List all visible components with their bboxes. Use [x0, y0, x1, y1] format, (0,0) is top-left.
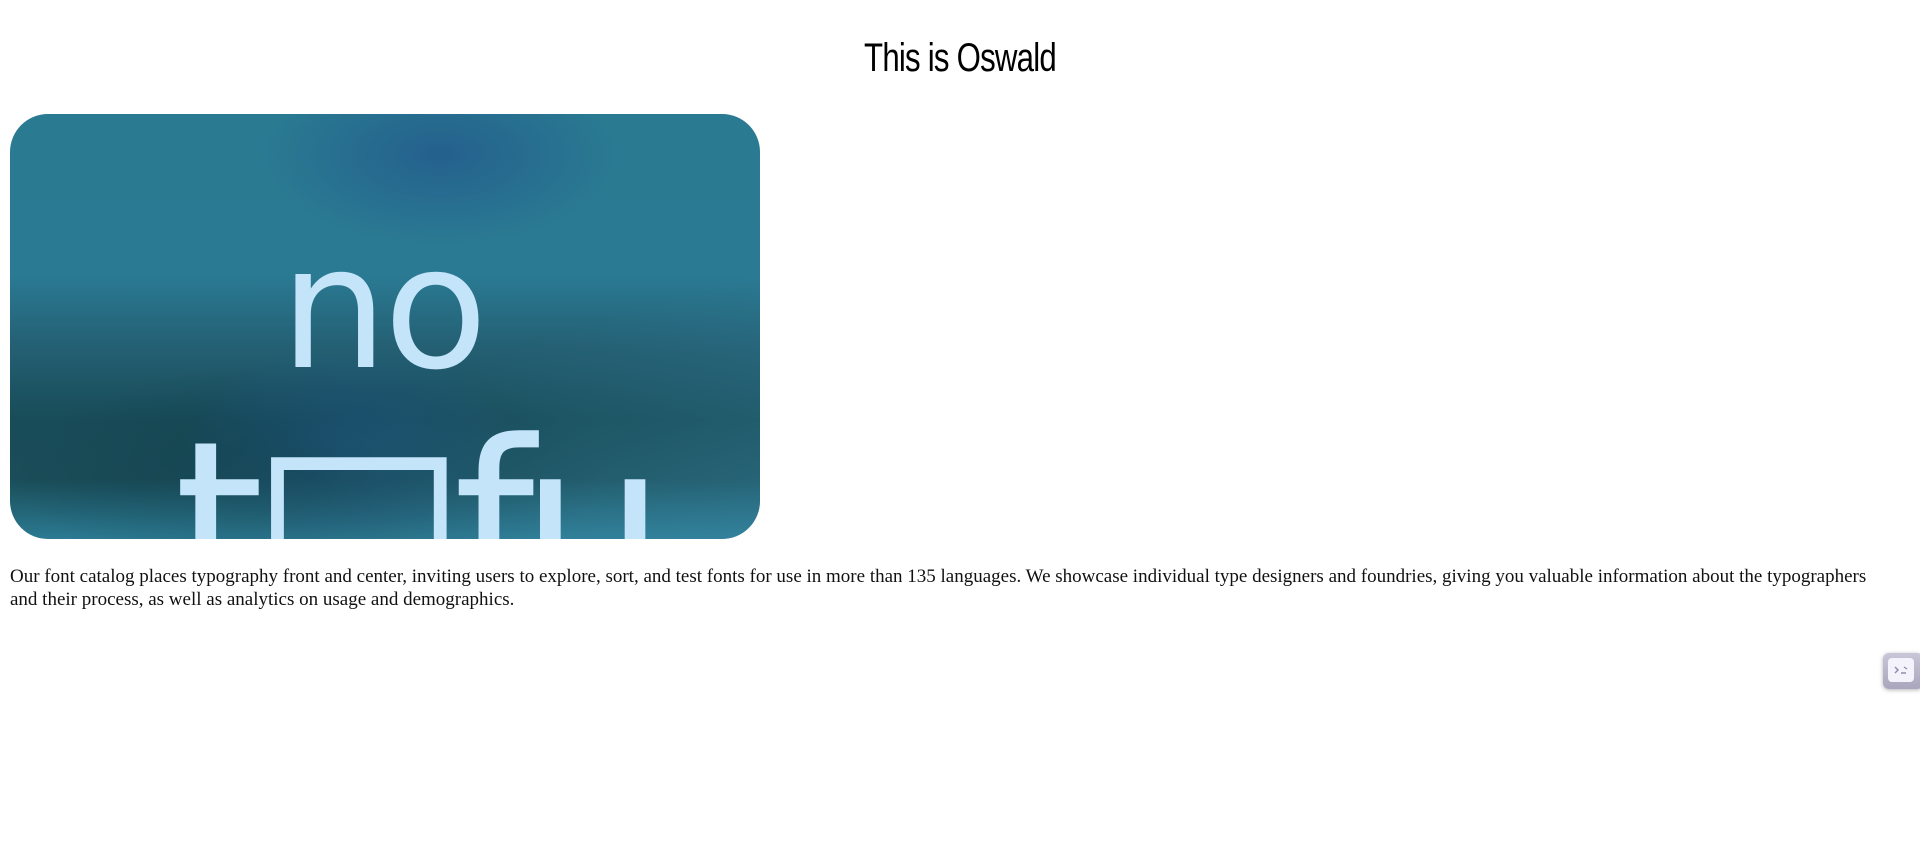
hero-text-line-2: t□fu	[174, 393, 666, 540]
page-title: This is Oswald	[864, 36, 1057, 80]
hero-image: no t□fu	[10, 114, 760, 539]
description-paragraph: Our font catalog places typography front…	[10, 566, 1867, 610]
terminal-icon	[1888, 658, 1914, 682]
floating-widget-button[interactable]	[1883, 653, 1920, 689]
hero-text-line-1: no	[280, 210, 488, 408]
